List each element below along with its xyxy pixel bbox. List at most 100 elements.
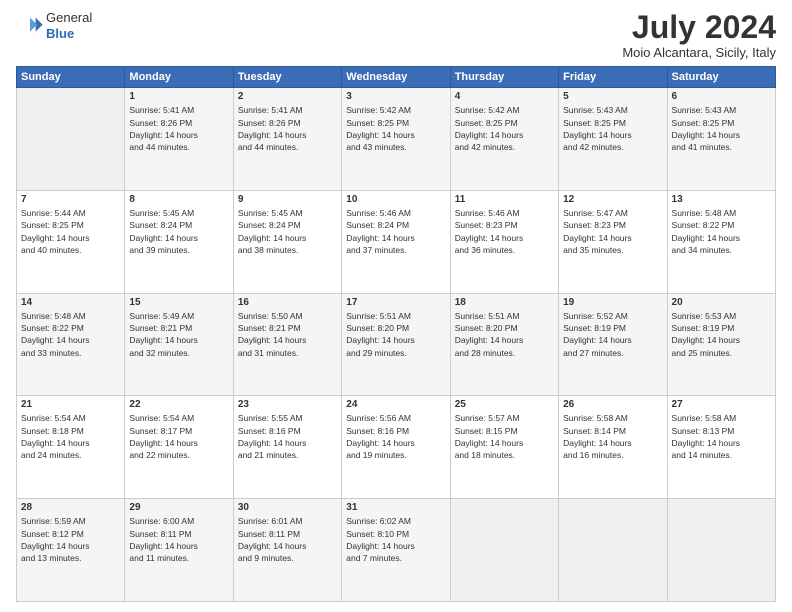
cell-info-24: Sunrise: 5:56 AMSunset: 8:16 PMDaylight:… (346, 412, 445, 461)
cell-w0-d6: 6Sunrise: 5:43 AMSunset: 8:25 PMDaylight… (667, 88, 775, 191)
cell-info-29: Sunrise: 6:00 AMSunset: 8:11 PMDaylight:… (129, 515, 228, 564)
cell-w1-d0: 7 Sunrise: 5:44 AMSunset: 8:25 PMDaylight… (17, 190, 125, 293)
cell-info-20: Sunrise: 5:53 AMSunset: 8:19 PMDaylight:… (672, 310, 771, 359)
cell-w1-d1: 8 Sunrise: 5:45 AMSunset: 8:24 PMDaylight… (125, 190, 233, 293)
cell-w1-d6: 13Sunrise: 5:48 AMSunset: 8:22 PMDayligh… (667, 190, 775, 293)
day-num-3: 3 (346, 91, 445, 102)
day-num-14: 14 (21, 297, 120, 308)
cell-w2-d5: 19Sunrise: 5:52 AMSunset: 8:19 PMDayligh… (559, 293, 667, 396)
cell-info-5: Sunrise: 5:43 AMSunset: 8:25 PMDaylight:… (563, 104, 662, 153)
cell-info-14: Sunrise: 5:48 AMSunset: 8:22 PMDaylight:… (21, 310, 120, 359)
cell-w3-d4: 25 Sunrise: 5:57 AMSunset: 8:15 PMDayligh… (450, 396, 558, 499)
cell-info-30: Sunrise: 6:01 AMSunset: 8:11 PMDaylight:… (238, 515, 337, 564)
cell-info-19: Sunrise: 5:52 AMSunset: 8:19 PMDaylight:… (563, 310, 662, 359)
cell-info-18: Sunrise: 5:51 AMSunset: 8:20 PMDaylight:… (455, 310, 554, 359)
logo-general: General (46, 10, 92, 26)
day-num-23: 23 (238, 399, 337, 410)
cell-w2-d3: 17Sunrise: 5:51 AMSunset: 8:20 PMDayligh… (342, 293, 450, 396)
week-row-1: 7 Sunrise: 5:44 AMSunset: 8:25 PMDaylight… (17, 190, 776, 293)
day-num-4: 4 (455, 91, 554, 102)
header-friday: Friday (559, 67, 667, 88)
cell-info-22: Sunrise: 5:54 AMSunset: 8:17 PMDaylight:… (129, 412, 228, 461)
cell-info-25: Sunrise: 5:57 AMSunset: 8:15 PMDaylight:… (455, 412, 554, 461)
header-tuesday: Tuesday (233, 67, 341, 88)
day-num-10: 10 (346, 194, 445, 205)
day-num-27: 27 (672, 399, 771, 410)
cell-w4-d2: 30Sunrise: 6:01 AMSunset: 8:11 PMDayligh… (233, 499, 341, 602)
day-num-18: 18 (455, 297, 554, 308)
cell-w4-d0: 28 Sunrise: 5:59 AMSunset: 8:12 PMDayligh… (17, 499, 125, 602)
day-num-8: 8 (129, 194, 228, 205)
week-row-0: 1Sunrise: 5:41 AMSunset: 8:26 PMDaylight… (17, 88, 776, 191)
day-num-1: 1 (129, 91, 228, 102)
day-num-28: 28 (21, 502, 120, 513)
cell-w4-d5 (559, 499, 667, 602)
main-title: July 2024 (622, 10, 776, 45)
cell-w2-d1: 15 Sunrise: 5:49 AMSunset: 8:21 PMDayligh… (125, 293, 233, 396)
cell-w3-d0: 21Sunrise: 5:54 AMSunset: 8:18 PMDayligh… (17, 396, 125, 499)
cell-w1-d5: 12 Sunrise: 5:47 AMSunset: 8:23 PMDayligh… (559, 190, 667, 293)
cell-w3-d5: 26Sunrise: 5:58 AMSunset: 8:14 PMDayligh… (559, 396, 667, 499)
day-num-17: 17 (346, 297, 445, 308)
day-num-9: 9 (238, 194, 337, 205)
cell-info-31: Sunrise: 6:02 AMSunset: 8:10 PMDaylight:… (346, 515, 445, 564)
week-row-2: 14 Sunrise: 5:48 AMSunset: 8:22 PMDayligh… (17, 293, 776, 396)
cell-w1-d2: 9Sunrise: 5:45 AMSunset: 8:24 PMDaylight… (233, 190, 341, 293)
header-sunday: Sunday (17, 67, 125, 88)
cell-info-8: Sunrise: 5:45 AMSunset: 8:24 PMDaylight:… (129, 207, 228, 256)
cell-w3-d3: 24 Sunrise: 5:56 AMSunset: 8:16 PMDayligh… (342, 396, 450, 499)
cell-w3-d1: 22 Sunrise: 5:54 AMSunset: 8:17 PMDayligh… (125, 396, 233, 499)
header-monday: Monday (125, 67, 233, 88)
day-num-24: 24 (346, 399, 445, 410)
cell-w0-d5: 5 Sunrise: 5:43 AMSunset: 8:25 PMDaylight… (559, 88, 667, 191)
logo-blue: Blue (46, 26, 74, 41)
day-num-13: 13 (672, 194, 771, 205)
header: General Blue July 2024 Moio Alcantara, S… (16, 10, 776, 60)
cell-info-6: Sunrise: 5:43 AMSunset: 8:25 PMDaylight:… (672, 104, 771, 153)
day-num-31: 31 (346, 502, 445, 513)
cell-w3-d2: 23 Sunrise: 5:55 AMSunset: 8:16 PMDayligh… (233, 396, 341, 499)
week-row-4: 28 Sunrise: 5:59 AMSunset: 8:12 PMDayligh… (17, 499, 776, 602)
cell-w2-d2: 16 Sunrise: 5:50 AMSunset: 8:21 PMDayligh… (233, 293, 341, 396)
day-num-15: 15 (129, 297, 228, 308)
header-thursday: Thursday (450, 67, 558, 88)
calendar-table: Sunday Monday Tuesday Wednesday Thursday… (16, 66, 776, 602)
header-wednesday: Wednesday (342, 67, 450, 88)
day-num-7: 7 (21, 194, 120, 205)
cell-w0-d3: 3 Sunrise: 5:42 AMSunset: 8:25 PMDaylight… (342, 88, 450, 191)
cell-w0-d2: 2Sunrise: 5:41 AMSunset: 8:26 PMDaylight… (233, 88, 341, 191)
cell-info-10: Sunrise: 5:46 AMSunset: 8:24 PMDaylight:… (346, 207, 445, 256)
cell-w0-d4: 4 Sunrise: 5:42 AMSunset: 8:25 PMDaylight… (450, 88, 558, 191)
cell-info-4: Sunrise: 5:42 AMSunset: 8:25 PMDaylight:… (455, 104, 554, 153)
cell-w0-d1: 1Sunrise: 5:41 AMSunset: 8:26 PMDaylight… (125, 88, 233, 191)
cell-w2-d4: 18 Sunrise: 5:51 AMSunset: 8:20 PMDayligh… (450, 293, 558, 396)
weekday-header-row: Sunday Monday Tuesday Wednesday Thursday… (17, 67, 776, 88)
cell-info-7: Sunrise: 5:44 AMSunset: 8:25 PMDaylight:… (21, 207, 120, 256)
day-num-22: 22 (129, 399, 228, 410)
logo-icon (16, 12, 44, 40)
day-num-12: 12 (563, 194, 662, 205)
cell-info-28: Sunrise: 5:59 AMSunset: 8:12 PMDaylight:… (21, 515, 120, 564)
cell-w1-d4: 11 Sunrise: 5:46 AMSunset: 8:23 PMDayligh… (450, 190, 558, 293)
day-num-5: 5 (563, 91, 662, 102)
day-num-20: 20 (672, 297, 771, 308)
cell-w3-d6: 27Sunrise: 5:58 AMSunset: 8:13 PMDayligh… (667, 396, 775, 499)
cell-info-15: Sunrise: 5:49 AMSunset: 8:21 PMDaylight:… (129, 310, 228, 359)
cell-w4-d4 (450, 499, 558, 602)
cell-info-16: Sunrise: 5:50 AMSunset: 8:21 PMDaylight:… (238, 310, 337, 359)
cell-info-23: Sunrise: 5:55 AMSunset: 8:16 PMDaylight:… (238, 412, 337, 461)
cell-info-11: Sunrise: 5:46 AMSunset: 8:23 PMDaylight:… (455, 207, 554, 256)
day-num-11: 11 (455, 194, 554, 205)
logo-text: General Blue (46, 10, 92, 41)
cell-w4-d1: 29Sunrise: 6:00 AMSunset: 8:11 PMDayligh… (125, 499, 233, 602)
day-num-26: 26 (563, 399, 662, 410)
day-num-2: 2 (238, 91, 337, 102)
day-num-16: 16 (238, 297, 337, 308)
day-num-25: 25 (455, 399, 554, 410)
cell-w1-d3: 10 Sunrise: 5:46 AMSunset: 8:24 PMDayligh… (342, 190, 450, 293)
header-saturday: Saturday (667, 67, 775, 88)
cell-info-3: Sunrise: 5:42 AMSunset: 8:25 PMDaylight:… (346, 104, 445, 153)
day-num-21: 21 (21, 399, 120, 410)
cell-w2-d0: 14 Sunrise: 5:48 AMSunset: 8:22 PMDayligh… (17, 293, 125, 396)
cell-info-12: Sunrise: 5:47 AMSunset: 8:23 PMDaylight:… (563, 207, 662, 256)
